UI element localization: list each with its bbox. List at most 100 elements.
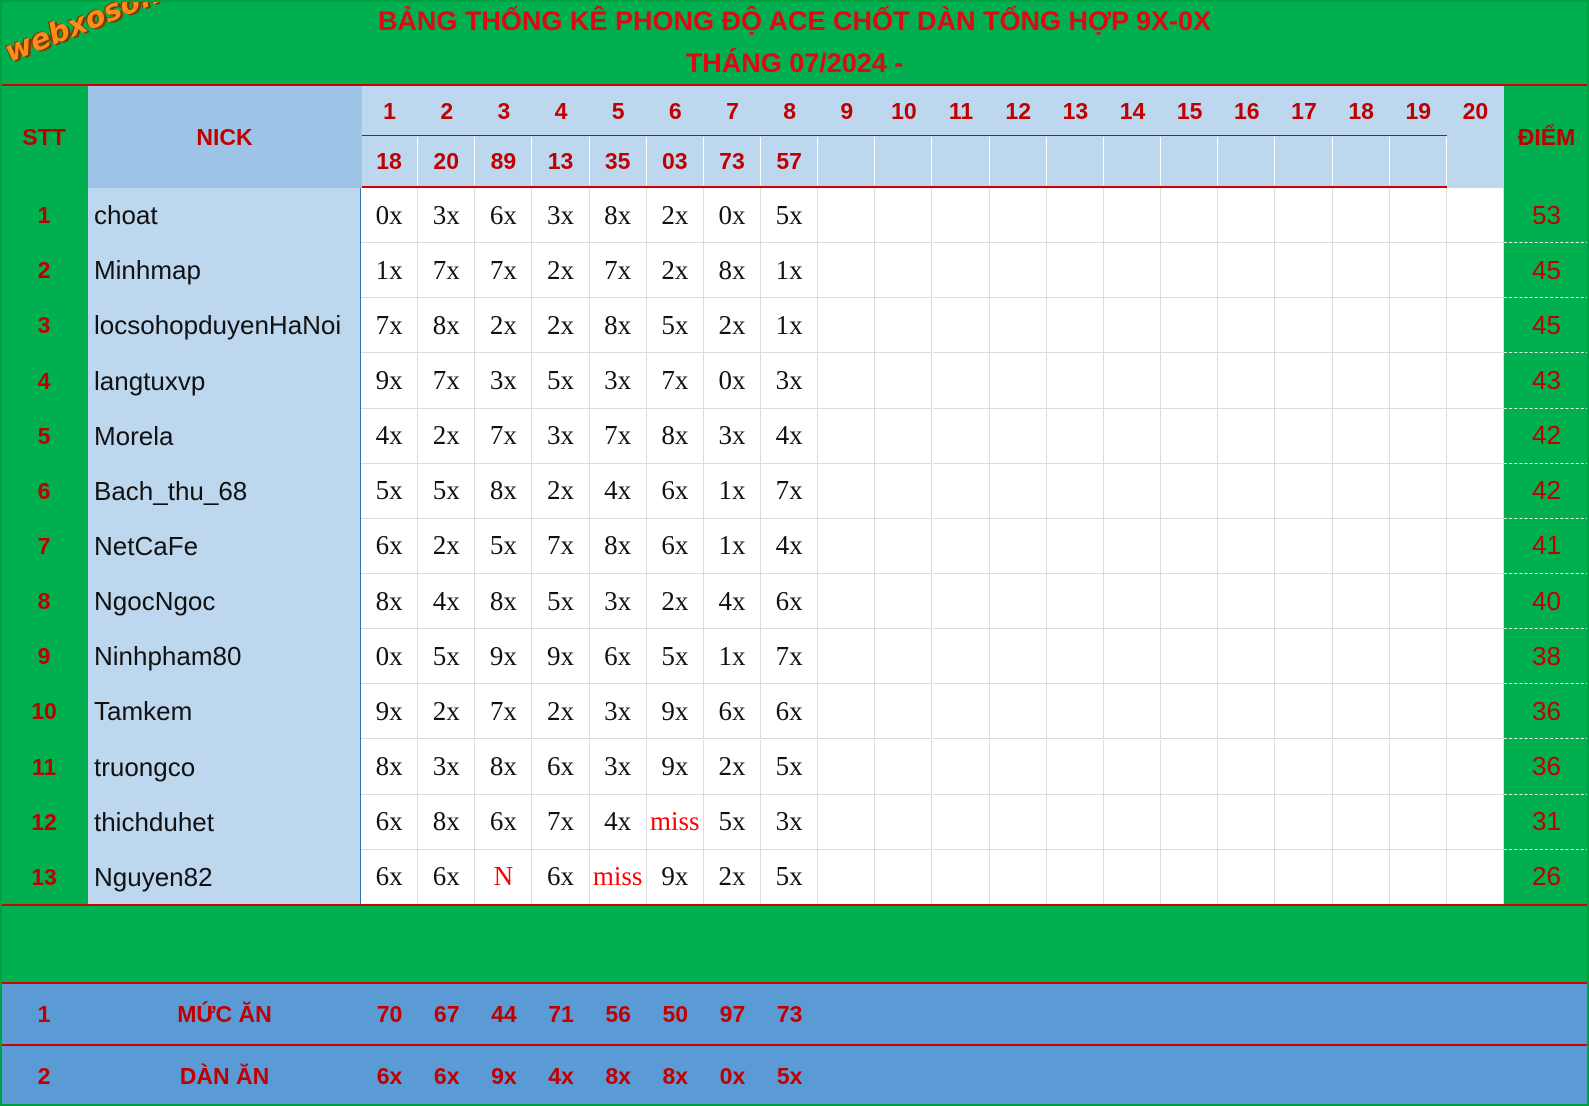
pick-cell[interactable]: 7x [589,408,647,464]
pick-cell[interactable]: 0x [361,629,419,685]
empty-cell[interactable] [1218,463,1276,519]
empty-cell[interactable] [1161,298,1219,354]
empty-cell[interactable] [1389,629,1447,685]
pick-cell[interactable]: 7x [475,243,533,299]
pick-cell[interactable]: 9x [361,353,419,409]
pick-cell[interactable]: 3x [761,353,819,409]
empty-cell[interactable] [1275,794,1333,850]
empty-cell[interactable] [875,849,933,905]
empty-cell[interactable] [1046,794,1104,850]
empty-cell[interactable] [1218,243,1276,299]
pick-cell[interactable]: 2x [703,739,762,795]
pick-cell[interactable]: 8x [475,463,533,519]
empty-cell[interactable] [1103,243,1162,299]
pick-cell[interactable]: 8x [589,188,647,244]
empty-cell[interactable] [1332,794,1390,850]
empty-cell[interactable] [932,684,990,740]
empty-cell[interactable] [818,684,876,740]
pick-cell[interactable]: 7x [646,353,704,409]
pick-cell[interactable]: 5x [761,739,819,795]
empty-cell[interactable] [989,298,1047,354]
pick-cell[interactable]: 3x [418,739,476,795]
pick-cell[interactable]: 8x [589,298,647,354]
empty-cell[interactable] [1446,684,1504,740]
empty-cell[interactable] [989,243,1047,299]
empty-cell[interactable] [1275,408,1333,464]
empty-cell[interactable] [989,794,1047,850]
empty-cell[interactable] [1275,849,1333,905]
empty-cell[interactable] [818,849,876,905]
empty-cell[interactable] [1046,518,1104,575]
empty-cell[interactable] [1103,188,1162,244]
pick-cell[interactable]: 6x [361,794,419,850]
pick-cell[interactable]: 0x [703,188,762,244]
empty-cell[interactable] [1161,794,1219,850]
pick-cell[interactable]: 1x [361,243,419,299]
pick-cell[interactable]: 6x [475,794,533,850]
empty-cell[interactable] [1275,629,1333,685]
empty-cell[interactable] [818,243,876,299]
empty-cell[interactable] [932,463,990,519]
empty-cell[interactable] [1161,849,1219,905]
empty-cell[interactable] [875,574,933,630]
empty-cell[interactable] [1046,629,1104,685]
empty-cell[interactable] [1218,188,1276,244]
empty-cell[interactable] [1275,188,1333,244]
pick-cell[interactable]: 2x [475,298,533,354]
empty-cell[interactable] [1046,408,1104,464]
empty-cell[interactable] [875,794,933,850]
empty-cell[interactable] [1446,794,1504,850]
empty-cell[interactable] [1446,849,1504,905]
empty-cell[interactable] [818,353,876,409]
pick-cell[interactable]: 9x [646,849,704,905]
empty-cell[interactable] [875,243,933,299]
empty-cell[interactable] [1332,298,1390,354]
pick-cell[interactable]: 2x [703,849,762,905]
empty-cell[interactable] [1389,849,1447,905]
empty-cell[interactable] [1389,518,1447,575]
empty-cell[interactable] [1103,463,1162,519]
pick-cell[interactable]: 8x [418,794,476,850]
pick-cell[interactable]: 6x [761,574,819,630]
pick-cell[interactable]: 6x [761,684,819,740]
empty-cell[interactable] [1161,684,1219,740]
pick-cell[interactable]: 2x [532,684,590,740]
empty-cell[interactable] [1389,408,1447,464]
pick-cell[interactable]: 3x [761,794,819,850]
empty-cell[interactable] [1275,353,1333,409]
pick-cell[interactable]: 7x [761,463,819,519]
empty-cell[interactable] [1161,574,1219,630]
empty-cell[interactable] [1389,243,1447,299]
empty-cell[interactable] [1332,243,1390,299]
empty-cell[interactable] [1275,739,1333,795]
empty-cell[interactable] [1332,739,1390,795]
empty-cell[interactable] [1446,629,1504,685]
empty-cell[interactable] [818,629,876,685]
empty-cell[interactable] [1332,574,1390,630]
empty-cell[interactable] [1218,353,1276,409]
pick-cell[interactable]: 8x [418,298,476,354]
empty-cell[interactable] [875,408,933,464]
empty-cell[interactable] [989,849,1047,905]
empty-cell[interactable] [1046,463,1104,519]
empty-cell[interactable] [1332,518,1390,575]
pick-cell[interactable]: 1x [761,243,819,299]
empty-cell[interactable] [1161,243,1219,299]
empty-cell[interactable] [932,574,990,630]
pick-cell[interactable]: 6x [703,684,762,740]
pick-cell[interactable]: 8x [361,739,419,795]
empty-cell[interactable] [1103,408,1162,464]
pick-cell[interactable]: 7x [532,794,590,850]
pick-cell[interactable]: 5x [418,629,476,685]
empty-cell[interactable] [1389,684,1447,740]
empty-cell[interactable] [1103,518,1162,575]
empty-cell[interactable] [818,463,876,519]
empty-cell[interactable] [1103,353,1162,409]
empty-cell[interactable] [989,408,1047,464]
empty-cell[interactable] [932,518,990,575]
empty-cell[interactable] [1218,739,1276,795]
pick-cell[interactable]: 0x [703,353,762,409]
empty-cell[interactable] [1218,408,1276,464]
pick-cell[interactable]: 2x [418,518,476,575]
empty-cell[interactable] [1218,574,1276,630]
